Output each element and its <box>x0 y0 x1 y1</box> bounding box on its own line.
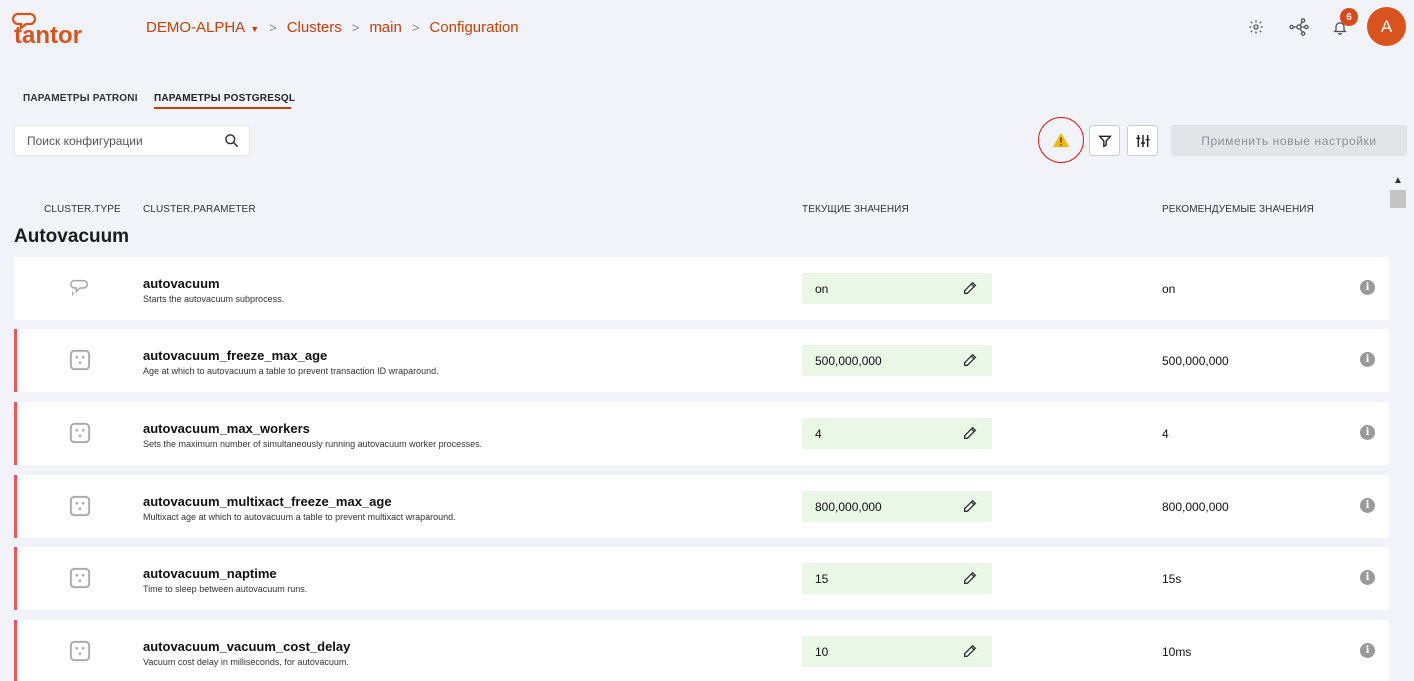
info-icon[interactable]: i <box>1360 498 1375 513</box>
column-settings-button[interactable] <box>1127 125 1158 156</box>
gear-icon[interactable] <box>1245 16 1267 38</box>
parameter-description: Multixact age at which to autovacuum a t… <box>143 512 456 522</box>
current-value-field[interactable]: 500,000,000 <box>802 345 992 376</box>
current-value: 800,000,000 <box>815 500 882 514</box>
parameter-description: Time to sleep between autovacuum runs. <box>143 584 308 594</box>
dice-icon <box>69 640 91 662</box>
column-header-recommended: РЕКОМЕНДУЕМЫЕ ЗНАЧЕНИЯ <box>1162 204 1314 215</box>
info-icon[interactable]: i <box>1360 352 1375 367</box>
network-icon[interactable] <box>1288 16 1310 38</box>
current-value-field[interactable]: on <box>802 273 992 304</box>
breadcrumb: DEMO-ALPHA ▼ > Clusters > main > Configur… <box>146 19 519 36</box>
info-icon[interactable]: i <box>1360 425 1375 440</box>
current-value: 4 <box>815 427 822 441</box>
column-header-parameter: CLUSTER.PARAMETER <box>143 204 256 215</box>
chevron-right-icon: > <box>269 20 277 35</box>
dice-icon <box>69 422 91 444</box>
pencil-icon[interactable] <box>962 570 978 591</box>
current-value-field[interactable]: 800,000,000 <box>802 491 992 522</box>
section-title: Autovacuum <box>14 226 130 247</box>
active-tab-indicator <box>154 107 291 109</box>
parameter-description: Age at which to autovacuum a table to pr… <box>143 366 439 376</box>
table-row: autovacuum Starts the autovacuum subproc… <box>14 257 1389 320</box>
breadcrumb-cluster[interactable]: main <box>369 19 402 36</box>
info-icon[interactable]: i <box>1360 643 1375 658</box>
current-value: 15 <box>815 572 829 586</box>
parameter-name: autovacuum <box>143 276 220 291</box>
filter-button[interactable] <box>1089 125 1120 156</box>
current-value-field[interactable]: 4 <box>802 418 992 449</box>
recommended-value: on <box>1162 282 1176 296</box>
scrollbar-thumb[interactable] <box>1390 190 1406 208</box>
svg-text:tantor: tantor <box>14 22 82 46</box>
search-input[interactable] <box>15 126 205 155</box>
current-value: 10 <box>815 645 829 659</box>
parameter-description: Sets the maximum number of simultaneousl… <box>143 439 483 449</box>
apply-settings-button[interactable]: Применить новые настройки <box>1171 125 1407 156</box>
recommended-value: 800,000,000 <box>1162 500 1229 514</box>
warning-button[interactable] <box>1038 117 1084 163</box>
patroni-icon <box>69 277 91 299</box>
filter-icon <box>1097 135 1112 147</box>
search-icon[interactable] <box>224 133 239 153</box>
parameter-name: autovacuum_multixact_freeze_max_age <box>143 494 392 509</box>
chevron-right-icon: > <box>411 20 420 35</box>
recommended-value: 10ms <box>1162 645 1192 659</box>
current-value: on <box>815 282 829 296</box>
dice-icon <box>69 349 91 371</box>
parameter-name: autovacuum_vacuum_cost_delay <box>143 639 351 654</box>
breadcrumb-clusters[interactable]: Clusters <box>287 19 342 36</box>
parameter-name: autovacuum_freeze_max_age <box>143 348 328 363</box>
breadcrumb-project[interactable]: DEMO-ALPHA ▼ <box>146 19 259 36</box>
pencil-icon[interactable] <box>962 352 978 373</box>
table-row: autovacuum_multixact_freeze_max_age Mult… <box>14 475 1389 538</box>
table-row: autovacuum_max_workers Sets the maximum … <box>14 402 1389 465</box>
parameter-name: autovacuum_naptime <box>143 566 277 581</box>
pencil-icon[interactable] <box>962 643 978 664</box>
table-row: autovacuum_naptime Time to sleep between… <box>14 547 1389 610</box>
notification-badge: 6 <box>1340 8 1358 26</box>
scroll-up-arrow[interactable]: ▲ <box>1393 175 1403 186</box>
column-header-type: CLUSTER.TYPE <box>44 204 121 215</box>
parameter-description: Vacuum cost delay in milliseconds, for a… <box>143 657 349 667</box>
avatar[interactable]: A <box>1367 7 1406 46</box>
tab-postgresql-params[interactable]: ПАРАМЕТРЫ POSTGRESQL <box>154 93 295 104</box>
sliders-icon <box>1135 134 1150 147</box>
column-header-current: ТЕКУЩИЕ ЗНАЧЕНИЯ <box>802 204 909 215</box>
info-icon[interactable]: i <box>1360 280 1375 295</box>
current-value-field[interactable]: 15 <box>802 563 992 594</box>
chevron-right-icon: > <box>351 20 360 35</box>
dice-icon <box>69 495 91 517</box>
recommended-value: 4 <box>1162 427 1169 441</box>
tantor-logo[interactable]: tantor <box>11 10 102 49</box>
parameter-name: autovacuum_max_workers <box>143 421 310 436</box>
current-value: 500,000,000 <box>815 354 882 368</box>
warning-triangle-icon <box>1052 132 1070 148</box>
table-row: autovacuum_freeze_max_age Age at which t… <box>14 329 1389 392</box>
recommended-value: 15s <box>1162 572 1182 586</box>
breadcrumb-configuration[interactable]: Configuration <box>429 19 518 36</box>
dice-icon <box>69 567 91 589</box>
chevron-down-icon: ▼ <box>250 24 260 34</box>
search-box <box>14 125 250 156</box>
info-icon[interactable]: i <box>1360 570 1375 585</box>
current-value-field[interactable]: 10 <box>802 636 992 667</box>
pencil-icon[interactable] <box>962 280 978 301</box>
table-row: autovacuum_vacuum_cost_delay Vacuum cost… <box>14 620 1389 681</box>
recommended-value: 500,000,000 <box>1162 354 1229 368</box>
tab-patroni-params[interactable]: ПАРАМЕТРЫ PATRONI <box>23 93 138 104</box>
parameter-description: Starts the autovacuum subprocess. <box>143 294 285 304</box>
pencil-icon[interactable] <box>962 425 978 446</box>
pencil-icon[interactable] <box>962 498 978 519</box>
